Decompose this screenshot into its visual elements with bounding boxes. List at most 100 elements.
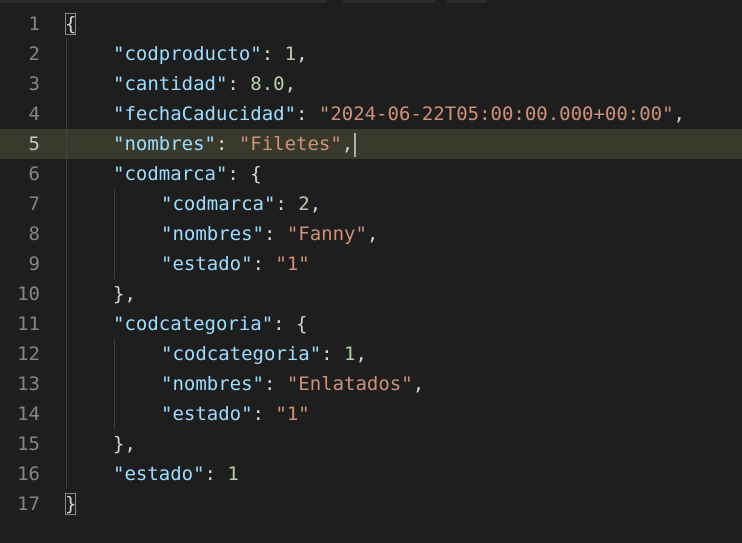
- code-line[interactable]: 2 "codproducto": 1,: [0, 39, 742, 69]
- code-line[interactable]: 10},: [0, 279, 742, 309]
- json-punctuation: :: [252, 403, 276, 425]
- json-punctuation: :: [261, 43, 285, 65]
- line-number: 9: [28, 253, 40, 275]
- json-punctuation: :: [204, 463, 228, 485]
- tab-strip-edge: [0, 0, 742, 3]
- line-content: "nombres": "Filetes",: [65, 129, 357, 159]
- code-line[interactable]: 5 "nombres": "Filetes",: [0, 129, 742, 159]
- code-line[interactable]: 8 "nombres": "Fanny",: [0, 219, 742, 249]
- json-punctuation: ,: [124, 283, 136, 305]
- line-number: 14: [17, 403, 40, 425]
- json-punctuation: ,: [309, 193, 322, 215]
- line-number: 8: [28, 223, 40, 245]
- json-punctuation: ,: [412, 373, 425, 395]
- code-line[interactable]: 11 "codcategoria": {: [0, 309, 742, 339]
- json-string: "Enlatados": [286, 373, 413, 395]
- code-line[interactable]: 3 "cantidad": 8.0,: [0, 69, 742, 99]
- line-content: "codcategoria": {: [65, 309, 308, 339]
- tab-edge: [0, 0, 326, 3]
- line-number: 11: [17, 313, 40, 335]
- json-brace: {: [250, 163, 262, 185]
- json-punctuation: ,: [673, 103, 685, 125]
- json-key: "codproducto": [113, 43, 262, 65]
- code-line[interactable]: 17}: [0, 489, 742, 519]
- code-line[interactable]: 1{: [0, 9, 742, 39]
- json-number: 8.0: [250, 73, 285, 95]
- json-punctuation: ,: [296, 43, 308, 65]
- code-line[interactable]: 7 "codmarca": 2,: [0, 189, 742, 219]
- json-punctuation: :: [321, 343, 345, 365]
- json-key: "fechaCaducidad": [113, 103, 297, 125]
- line-content: },: [65, 279, 136, 309]
- line-number: 4: [28, 103, 40, 125]
- line-number: 13: [17, 373, 40, 395]
- json-key: "codcategoria": [161, 343, 322, 365]
- line-content: "fechaCaducidad": "2024-06-22T05:00:00.0…: [65, 99, 685, 129]
- line-content: "codmarca": {: [65, 159, 262, 189]
- code-line[interactable]: 16 "estado": 1: [0, 459, 742, 489]
- json-key: "codmarca": [113, 163, 228, 185]
- json-punctuation: :: [252, 253, 276, 275]
- json-key: "estado": [161, 253, 253, 275]
- line-content: },: [65, 429, 136, 459]
- line-number: 3: [28, 73, 40, 95]
- tab-edge: [343, 0, 435, 3]
- code-editor[interactable]: 1{2 "codproducto": 1, 3 "cantidad": 8.0, 4 "f…: [0, 9, 742, 519]
- line-number: 5: [28, 133, 40, 155]
- code-line[interactable]: 9 "estado": "1": [0, 249, 742, 279]
- code-line[interactable]: 13 "nombres": "Enlatados",: [0, 369, 742, 399]
- line-number: 2: [28, 43, 40, 65]
- json-punctuation: :: [227, 73, 251, 95]
- line-number: 16: [17, 463, 40, 485]
- json-punctuation: :: [227, 163, 251, 185]
- json-string: "1": [275, 253, 310, 275]
- json-punctuation: ,: [366, 223, 379, 245]
- json-key: "estado": [161, 403, 253, 425]
- json-punctuation: ,: [355, 343, 367, 365]
- line-content: "codcategoria": 1,: [65, 339, 367, 369]
- line-content: "estado": "1": [65, 249, 310, 279]
- json-punctuation: ,: [341, 133, 354, 155]
- line-number: 10: [17, 283, 40, 305]
- line-number: 12: [17, 343, 40, 365]
- json-brace: {: [296, 313, 308, 335]
- json-punctuation: ,: [284, 73, 297, 95]
- json-key: "nombres": [161, 373, 264, 395]
- json-key: "estado": [113, 463, 205, 485]
- json-brace: }: [113, 433, 125, 455]
- line-number: 6: [28, 163, 40, 185]
- code-line[interactable]: 4 "fechaCaducidad": "2024-06-22T05:00:00.…: [0, 99, 742, 129]
- line-content: "nombres": "Fanny",: [65, 219, 378, 249]
- code-line[interactable]: 6 "codmarca": {: [0, 159, 742, 189]
- line-number: 17: [17, 493, 40, 515]
- json-key: "cantidad": [113, 73, 228, 95]
- json-number: 1: [227, 463, 239, 485]
- json-string: "Filetes": [238, 133, 342, 155]
- json-punctuation: :: [273, 313, 297, 335]
- json-punctuation: :: [296, 103, 319, 125]
- json-brace: }: [113, 283, 125, 305]
- code-line[interactable]: 15},: [0, 429, 742, 459]
- json-string: "2024-06-22T05:00:00.000+00:00": [318, 103, 674, 125]
- json-key: "codmarca": [161, 193, 276, 215]
- line-number: 7: [28, 193, 40, 215]
- line-content: {: [65, 9, 77, 39]
- json-punctuation: :: [263, 373, 287, 395]
- json-number: 1: [344, 343, 356, 365]
- line-number: 15: [17, 433, 40, 455]
- line-content: "nombres": "Enlatados",: [65, 369, 424, 399]
- line-content: "cantidad": 8.0,: [65, 69, 296, 99]
- code-line[interactable]: 14 "estado": "1": [0, 399, 742, 429]
- line-content: "codmarca": 2,: [65, 189, 321, 219]
- json-key: "nombres": [161, 223, 264, 245]
- json-punctuation: ,: [124, 433, 136, 455]
- json-number: 1: [284, 43, 297, 65]
- json-brace: }: [65, 493, 77, 515]
- json-punctuation: :: [215, 133, 239, 155]
- json-string: "Fanny": [286, 223, 367, 245]
- json-number: 2: [298, 193, 310, 215]
- code-line[interactable]: 12 "codcategoria": 1,: [0, 339, 742, 369]
- json-string: "1": [275, 403, 310, 425]
- json-key: "nombres": [113, 133, 216, 155]
- json-key: "codcategoria": [113, 313, 274, 335]
